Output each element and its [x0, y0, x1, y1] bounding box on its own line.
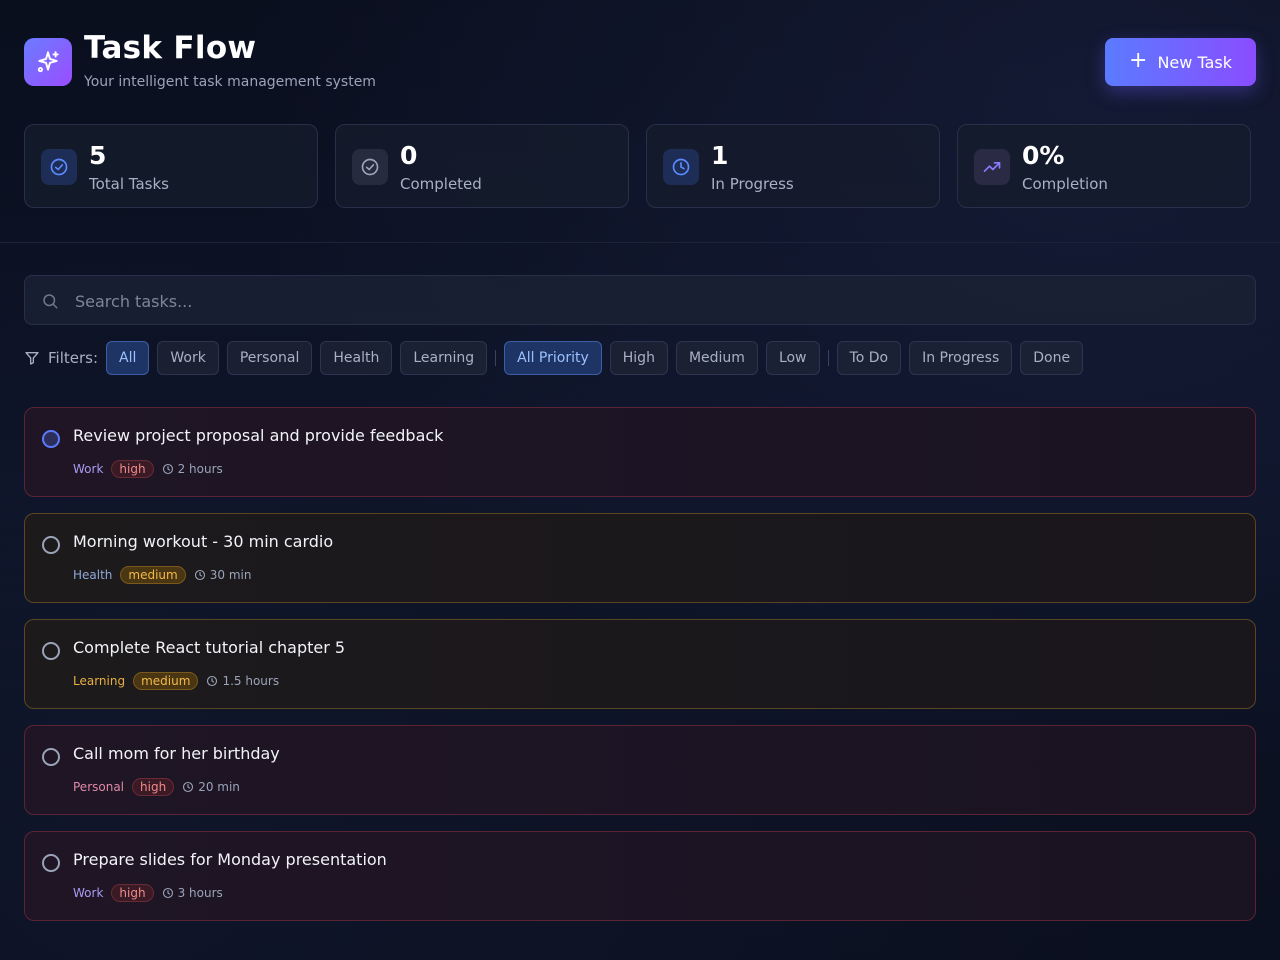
stat-label: In Progress: [711, 175, 794, 193]
task-checkbox[interactable]: [42, 430, 60, 448]
task-title: Review project proposal and provide feed…: [73, 426, 444, 445]
filter-icon: [25, 352, 39, 365]
filter-category-personal[interactable]: Personal: [226, 341, 313, 375]
task-category: Health: [73, 568, 113, 582]
stats-row: 5 Total Tasks 0 Completed 1 In Progress …: [24, 124, 1251, 208]
task-duration-text: 1.5 hours: [222, 674, 280, 688]
check-circle-icon: [352, 149, 388, 185]
task-meta: Health medium 30 min: [73, 566, 251, 584]
task-meta: Personal high 20 min: [73, 778, 240, 796]
clock-icon: [207, 675, 218, 687]
stat-card-in-progress: 1 In Progress: [646, 124, 940, 208]
filters-label-text: Filters:: [48, 349, 99, 367]
clock-icon: [183, 781, 194, 793]
task-checkbox[interactable]: [42, 854, 60, 872]
check-circle-icon: [41, 149, 77, 185]
task-category: Work: [73, 462, 104, 476]
search-bar: [24, 275, 1256, 326]
filter-priority-all[interactable]: All Priority: [504, 341, 602, 375]
task-card[interactable]: Prepare slides for Monday presentation W…: [24, 831, 1256, 921]
filter-bar: Filters: All Work Personal Health Learni…: [24, 341, 1091, 375]
new-task-label: New Task: [1157, 52, 1232, 72]
priority-badge: medium: [120, 566, 186, 584]
task-duration: 3 hours: [162, 886, 223, 900]
task-card[interactable]: Call mom for her birthday Personal high …: [24, 725, 1256, 815]
task-meta: Work high 3 hours: [73, 884, 223, 902]
task-title: Morning workout - 30 min cardio: [73, 532, 334, 551]
clock-icon: [162, 463, 173, 475]
plus-icon: +: [1129, 48, 1148, 73]
task-checkbox[interactable]: [42, 536, 60, 554]
filter-status-done[interactable]: Done: [1020, 341, 1084, 375]
priority-badge: high: [111, 884, 154, 902]
clock-icon: [194, 569, 205, 581]
priority-badge: high: [111, 460, 154, 478]
task-category: Work: [73, 886, 104, 900]
task-category: Learning: [73, 674, 126, 688]
search-icon: [43, 294, 58, 309]
task-duration-text: 2 hours: [177, 462, 223, 476]
filter-priority-low[interactable]: Low: [765, 341, 820, 375]
task-category: Personal: [73, 780, 125, 794]
app-logo: [24, 38, 72, 86]
filter-priority-high[interactable]: High: [609, 341, 668, 375]
stat-value: 0: [400, 141, 418, 170]
task-meta: Work high 2 hours: [73, 460, 223, 478]
sparkles-icon: [37, 51, 59, 73]
search-input[interactable]: [73, 276, 1237, 326]
stat-label: Completed: [400, 175, 482, 193]
task-title: Prepare slides for Monday presentation: [73, 850, 387, 869]
task-title: Call mom for her birthday: [73, 744, 280, 763]
filter-category-work[interactable]: Work: [157, 341, 219, 375]
task-card[interactable]: Review project proposal and provide feed…: [24, 407, 1256, 497]
task-title: Complete React tutorial chapter 5: [73, 638, 346, 657]
filter-status-in-progress[interactable]: In Progress: [909, 341, 1013, 375]
stat-value: 5: [89, 141, 107, 170]
app-title: Task Flow: [84, 30, 257, 66]
filter-priority-medium[interactable]: Medium: [675, 341, 758, 375]
filter-category-all[interactable]: All: [106, 341, 150, 375]
filter-divider: [495, 350, 497, 366]
task-checkbox[interactable]: [42, 642, 60, 660]
task-duration: 20 min: [182, 780, 240, 794]
priority-badge: high: [132, 778, 175, 796]
task-duration-text: 30 min: [209, 568, 252, 582]
stat-card-completion: 0% Completion: [957, 124, 1251, 208]
priority-badge: medium: [133, 672, 199, 690]
task-checkbox[interactable]: [42, 748, 60, 766]
stat-label: Total Tasks: [89, 175, 169, 193]
task-list: Review project proposal and provide feed…: [24, 407, 1256, 937]
task-card[interactable]: Complete React tutorial chapter 5 Learni…: [24, 619, 1256, 709]
filter-category-learning[interactable]: Learning: [400, 341, 488, 375]
filter-status-todo[interactable]: To Do: [836, 341, 902, 375]
stat-value: 0%: [1022, 141, 1065, 170]
stat-value: 1: [711, 141, 729, 170]
task-card[interactable]: Morning workout - 30 min cardio Health m…: [24, 513, 1256, 603]
stat-card-completed: 0 Completed: [335, 124, 629, 208]
new-task-button[interactable]: + New Task: [1105, 38, 1256, 86]
trending-up-icon: [974, 149, 1010, 185]
task-duration-text: 3 hours: [177, 886, 223, 900]
stat-card-total: 5 Total Tasks: [24, 124, 318, 208]
filter-category-health[interactable]: Health: [320, 341, 393, 375]
task-duration-text: 20 min: [198, 780, 240, 794]
task-duration: 1.5 hours: [206, 674, 279, 688]
task-meta: Learning medium 1.5 hours: [73, 672, 279, 690]
task-duration: 30 min: [194, 568, 252, 582]
filter-divider: [827, 350, 829, 366]
filters-label: Filters:: [24, 349, 98, 367]
stat-label: Completion: [1022, 175, 1108, 193]
header: Task Flow Your intelligent task manageme…: [0, 0, 1280, 243]
clock-icon: [663, 149, 699, 185]
clock-icon: [162, 887, 173, 899]
app-subtitle: Your intelligent task management system: [84, 74, 376, 90]
task-duration: 2 hours: [162, 462, 223, 476]
